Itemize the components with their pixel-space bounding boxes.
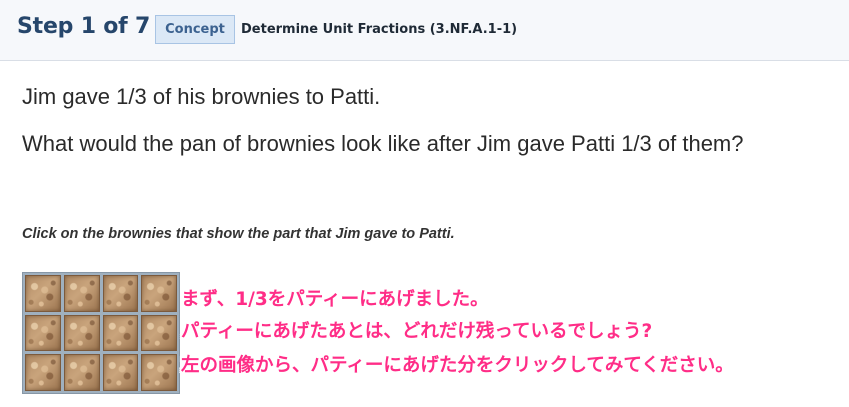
brownie-tile[interactable]: [25, 275, 61, 312]
brownie-tile[interactable]: [141, 354, 177, 391]
question-prompt: What would the pan of brownies look like…: [22, 131, 744, 156]
brownie-tile[interactable]: [141, 314, 177, 352]
step-title: Step 1 of 7: [17, 14, 151, 39]
instruction-text: Click on the brownies that show the part…: [22, 226, 455, 242]
brownie-tile[interactable]: [141, 275, 177, 312]
brownie-tile[interactable]: [25, 354, 61, 391]
brownie-tile[interactable]: [102, 314, 139, 352]
brownie-tile[interactable]: [63, 314, 100, 352]
concept-badge[interactable]: Concept: [155, 15, 235, 44]
brownie-tile[interactable]: [102, 354, 139, 391]
brownie-tile[interactable]: [63, 354, 100, 391]
annotation-line-3: 左の画像から、パティーにあげた分をクリックしてみてください。: [181, 355, 734, 376]
problem-content: Jim gave 1/3 of his brownies to Patti. W…: [0, 61, 849, 407]
step-header: Step 1 of 7 Concept Determine Unit Fract…: [0, 0, 849, 61]
concept-name: Determine Unit Fractions (3.NF.A.1-1): [241, 22, 518, 37]
brownie-grid: [22, 272, 180, 394]
annotation-line-1: まず、1/3をパティーにあげました。: [181, 289, 489, 310]
annotation-line-2: パティーにあげたあとは、どれだけ残っているでしょう?: [181, 321, 653, 342]
brownie-tile[interactable]: [63, 275, 100, 312]
brownie-tile[interactable]: [25, 314, 61, 352]
question-statement: Jim gave 1/3 of his brownies to Patti.: [22, 84, 381, 109]
brownie-tile[interactable]: [102, 275, 139, 312]
